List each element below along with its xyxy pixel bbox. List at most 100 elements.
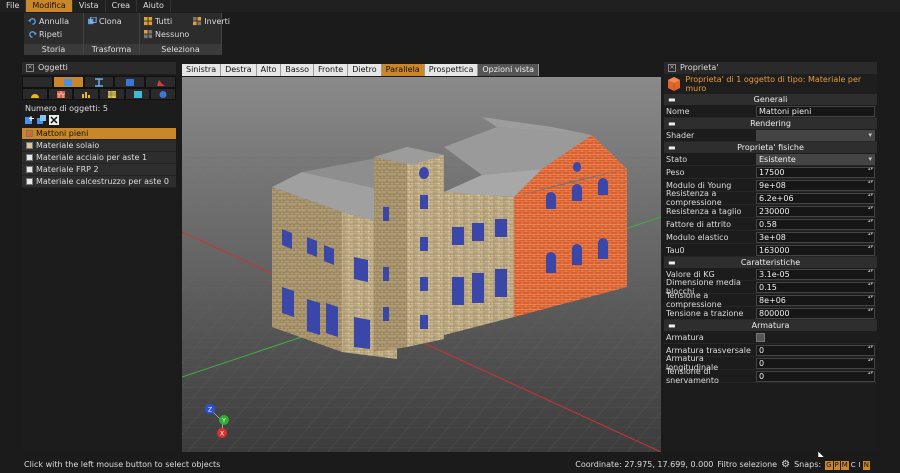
3d-viewport[interactable]: Z Y X [182,77,661,452]
armlong-spinbox[interactable]: 0 [756,357,875,369]
group-trasforma: Clona Trasforma [84,13,140,55]
section-generali[interactable]: ▬ Generali [664,94,877,105]
viewport-canvas[interactable]: Z Y X [182,77,661,452]
section-armatura[interactable]: ▬ Armatura [664,320,877,331]
tcomp-spinbox[interactable]: 8e+06 [756,294,875,306]
snap-p-toggle[interactable]: P [833,460,840,470]
block-icon [125,78,134,86]
menu-file[interactable]: File [0,0,27,12]
clone-label: Clona [99,17,122,26]
table-icon [107,90,116,98]
stato-dropdown[interactable]: Esistente [756,153,875,165]
ribbon: Annulla Ripeti Storia Clona Trasforma Tu… [24,13,230,55]
armatura-checkbox[interactable] [756,332,765,342]
clone-icon [88,17,97,25]
grid-deselect-icon [144,30,153,39]
ttraz-spinbox[interactable]: 800000 [756,307,875,319]
close-icon[interactable]: ✕ [26,64,34,72]
prop-label: Armatura [666,332,704,342]
young-spinbox[interactable]: 9e+08 [756,179,875,191]
snap-c-toggle[interactable]: C [849,460,857,470]
properties-header-text: Proprieta' di 1 oggetto di tipo: Materia… [685,75,862,93]
filter-chart-cell[interactable] [145,76,176,88]
nome-input[interactable]: Mattoni pieni [756,105,875,117]
filter-grid-cell[interactable] [124,88,151,100]
armtr-spinbox[interactable]: 0 [756,344,875,356]
elastico-spinbox[interactable]: 3e+08 [756,231,875,243]
menu-vista[interactable]: Vista [73,0,106,12]
filter-beam-cell[interactable] [83,76,115,88]
properties-panel: ✕ Proprieta' Proprieta' di 1 oggetto di … [664,62,877,452]
prop-row-tau: Tau0 163000 [664,244,877,257]
tab-prospettica[interactable]: Prospettica [424,64,479,76]
attrito-spinbox[interactable]: 0.58 [756,218,875,230]
menu-crea[interactable]: Crea [106,0,138,12]
select-none-button[interactable]: Nessuno [144,29,189,40]
menu-modifica[interactable]: Modifica [26,0,73,12]
list-item[interactable]: Materiale calcestruzzo per aste 0 [22,176,176,188]
delete-icon[interactable] [49,115,59,125]
filter-block-cell[interactable] [114,76,146,88]
view-tabs: Sinistra Destra Alto Basso Fronte Dietro… [182,64,540,76]
peso-spinbox[interactable]: 17500 [756,166,875,178]
object-tools [22,115,176,126]
section-caratteristiche[interactable]: ▬ Caratteristiche [664,257,877,268]
invert-selection-button[interactable]: Inverti [193,16,230,27]
snerv-spinbox[interactable]: 0 [756,370,875,382]
tab-alto[interactable]: Alto [256,64,282,76]
section-label: Armatura [751,321,790,330]
filter-bars-cell[interactable] [73,88,100,100]
prop-row-rescomp: Resistenza a compressione 6.2e+06 [664,189,877,207]
tab-destra[interactable]: Destra [221,64,257,76]
add-material-icon[interactable] [25,115,35,125]
prop-row-snerv: Tensione di snervamento 0 [664,367,877,385]
prop-row-elastico: Modulo elastico 3e+08 [664,231,877,244]
duplicate-icon[interactable] [37,115,47,125]
list-item[interactable]: Mattoni pieni [22,128,176,140]
tab-dietro[interactable]: Dietro [348,64,382,76]
section-rendering[interactable]: ▬ Rendering [664,118,877,129]
filter-material-cell[interactable] [52,76,84,88]
tab-sinistra[interactable]: Sinistra [182,64,222,76]
filter-brick-cell[interactable] [47,88,74,100]
filter-all-cell[interactable] [22,76,53,88]
gear-icon[interactable]: ⚙ [781,457,790,473]
snap-n-toggle[interactable]: N [862,460,870,470]
prop-label: Resistenza a compressione [666,189,722,207]
menu-aiuto[interactable]: Aiuto [137,0,171,12]
list-item[interactable]: Materiale FRP 2 [22,164,176,176]
properties-panel-title: ✕ Proprieta' [664,62,877,74]
list-item[interactable]: Materiale acciaio per aste 1 [22,152,176,164]
close-icon[interactable]: ✕ [668,64,676,72]
snap-g-toggle[interactable]: G [825,460,833,470]
clone-button[interactable]: Clona [88,16,139,27]
rescomp-spinbox[interactable]: 6.2e+06 [756,192,875,204]
shader-dropdown[interactable] [756,129,875,141]
kg-spinbox[interactable]: 3.1e-05 [756,268,875,280]
tab-opzioni-vista[interactable]: Opzioni vista [478,64,540,76]
tab-basso[interactable]: Basso [281,64,315,76]
snap-m-toggle[interactable]: M [840,460,849,470]
list-item[interactable]: Materiale solaio [22,140,176,152]
tab-fronte[interactable]: Fronte [314,64,349,76]
i-beam-icon [94,77,103,87]
menu-bar: File Modifica Vista Crea Aiuto [0,0,900,12]
filter-table-cell[interactable] [99,88,125,100]
restaglio-spinbox[interactable]: 230000 [756,205,875,217]
selection-filter-label[interactable]: Filtro selezione [717,457,777,473]
select-all-button[interactable]: Tutti [144,16,189,27]
tab-parallela[interactable]: Parallela [381,64,425,76]
redo-button[interactable]: Ripeti [28,29,83,40]
tau-spinbox[interactable]: 163000 [756,244,875,256]
prop-row-shader: Shader [664,129,877,142]
dim-spinbox[interactable]: 0.15 [756,281,875,293]
section-fisiche[interactable]: ▬ Proprieta' fisiche [664,142,877,153]
coordinates-readout: Coordinate: 27.975, 17.699, 0.000 [575,460,714,469]
prop-label: Tau0 [666,245,685,255]
filter-dome-cell[interactable] [22,88,48,100]
undo-button[interactable]: Annulla [28,16,83,27]
filter-sphere-cell[interactable] [150,88,177,100]
snap-i-toggle[interactable]: I [857,460,862,470]
list-item-label: Materiale calcestruzzo per aste 0 [36,176,169,186]
prop-label: Tensione a trazione [666,308,744,318]
